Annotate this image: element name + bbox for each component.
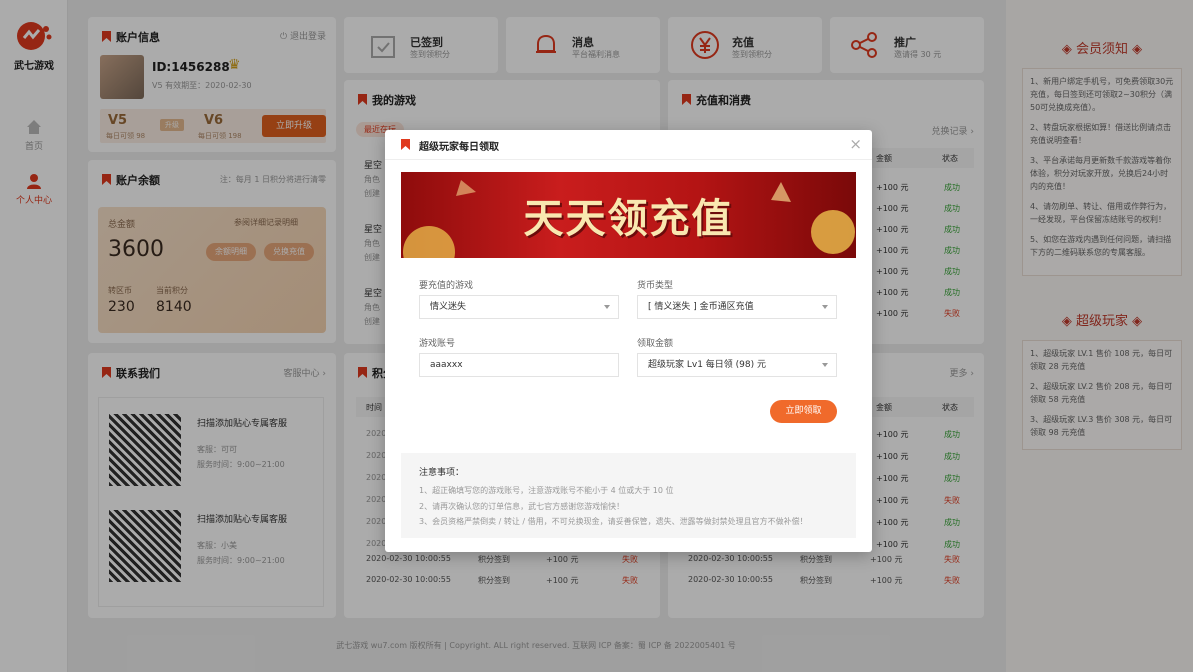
claim-button[interactable]: 立即领取 — [770, 400, 837, 423]
game-select[interactable]: 情义迷失 — [419, 295, 619, 319]
banner: 天天领充值 — [401, 172, 856, 258]
chevron-down-icon — [822, 363, 828, 367]
daily-claim-modal: 超级玩家每日领取 × 天天领充值 要充值的游戏 情义迷失 货币类型 [ 情义迷失… — [385, 130, 872, 552]
amount-select-value: 超级玩家 Lv1 每日领 (98) 元 — [648, 360, 766, 370]
game-select-value: 情义迷失 — [430, 302, 467, 312]
account-input[interactable]: aaaxxx — [419, 353, 619, 377]
chevron-down-icon — [604, 305, 610, 309]
notice-line: 3、会员资格严禁倒卖 / 转让 / 借用，不可兑换现金，请妥善保管，遗失、泄露等… — [419, 517, 808, 526]
game-label: 要充值的游戏 — [419, 281, 474, 291]
divider — [385, 159, 872, 160]
amount-label: 领取金额 — [637, 339, 674, 349]
account-input-value: aaaxxx — [430, 360, 463, 370]
modal-title: 超级玩家每日领取 — [419, 142, 499, 153]
bookmark-icon — [401, 139, 410, 150]
banner-text: 天天领充值 — [523, 195, 734, 242]
notice-box: 注意事项： 1、超正确填写您的游戏账号，注意游戏账号不能小于 4 位或大于 10… — [401, 453, 856, 538]
chevron-down-icon — [822, 305, 828, 309]
amount-select[interactable]: 超级玩家 Lv1 每日领 (98) 元 — [637, 353, 837, 377]
notice-line: 1、超正确填写您的游戏账号，注意游戏账号不能小于 4 位或大于 10 位 — [419, 486, 674, 495]
currency-label: 货币类型 — [637, 281, 674, 291]
notice-title: 注意事项： — [419, 468, 465, 478]
currency-select-value: [ 情义迷失 ] 金币通区充值 — [648, 302, 754, 312]
notice-line: 2、请再次确认您的订单信息，武七官方感谢您游戏愉快！ — [419, 501, 625, 511]
close-icon[interactable]: × — [849, 135, 862, 153]
currency-select[interactable]: [ 情义迷失 ] 金币通区充值 — [637, 295, 837, 319]
account-label: 游戏账号 — [419, 339, 456, 349]
